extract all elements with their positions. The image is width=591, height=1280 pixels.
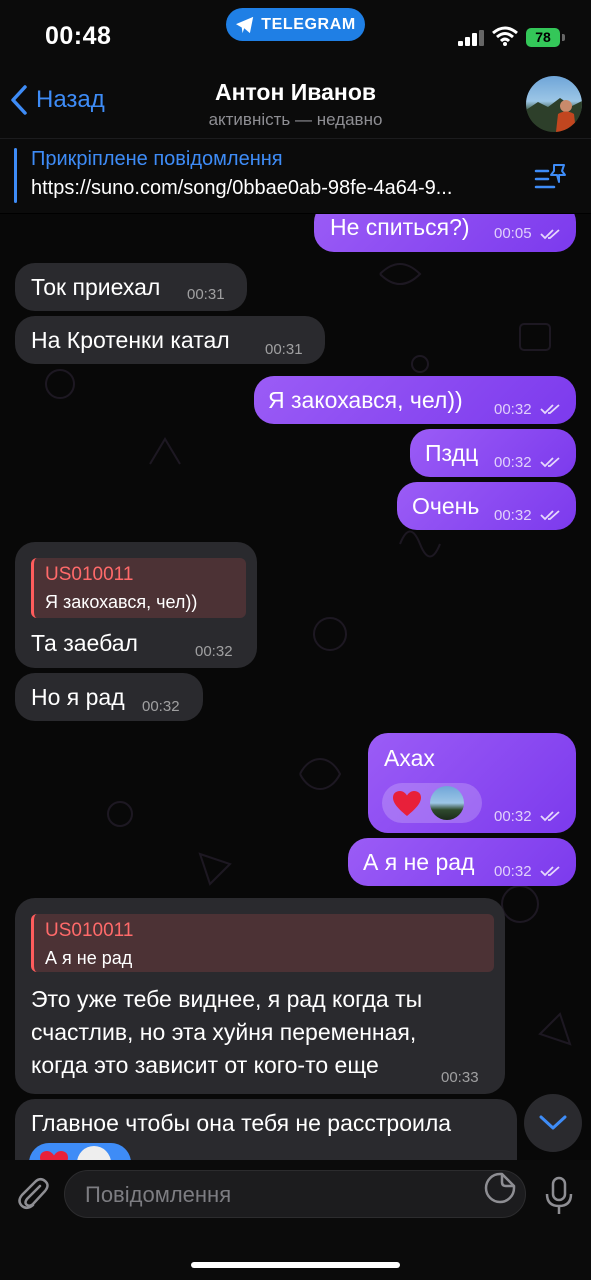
reaction-chip[interactable] [382,783,482,823]
message-input-wrapper [64,1170,526,1219]
signal-icon [458,30,484,46]
message-line: счастлив, но эта хуйня переменная, [31,1019,417,1045]
chat-subtitle: активність — недавно [208,110,383,129]
reaction-avatar [77,1146,111,1160]
message-text: Та заебал [31,630,138,656]
reply-quote[interactable]: US010011 А я не рад [31,914,494,972]
pinned-message-bar[interactable]: Прикріплене повідомлення https://suno.co… [0,139,591,213]
telegram-pill-label: TELEGRAM [261,15,356,33]
telegram-pill[interactable]: TELEGRAM [226,8,365,41]
message-time: 00:32 [494,507,532,524]
read-check-icon [540,811,560,822]
message-text: Я закохався, чел)) [268,387,463,413]
reply-quote[interactable]: US010011 Я закохався, чел)) [31,558,246,618]
message-outgoing[interactable]: Ахах 00:32 [368,733,576,833]
message-text: На Кротенки катал [31,327,230,353]
message-time: 00:32 [494,401,532,418]
status-time: 00:48 [45,22,112,50]
message-outgoing[interactable]: Пздц 00:32 [410,429,576,477]
message-incoming-reply[interactable]: US010011 А я не рад Это уже тебе виднее,… [15,898,505,1094]
message-text: Ток приехал [31,274,161,300]
reply-author: US010011 [45,920,134,941]
chat-title[interactable]: Антон Иванов [0,79,591,106]
message-time: 00:32 [494,454,532,471]
message-incoming[interactable]: Но я рад 00:32 [15,673,203,721]
chat-header: Назад Антон Иванов активність — недавно [0,70,591,139]
telegram-icon [236,16,254,33]
pinned-text: https://suno.com/song/0bbae0ab-98fe-4a64… [31,177,453,199]
message-input[interactable] [83,1171,467,1219]
home-indicator [191,1262,400,1268]
battery-indicator: 78 [526,28,560,47]
reaction-avatar [430,786,464,820]
battery-nub [562,34,565,41]
read-check-icon [540,229,560,240]
message-outgoing[interactable]: Не спиться?) 00:05 [314,214,576,252]
message-text: Не спиться?) [330,214,470,240]
pinned-indicator [14,148,17,203]
paperclip-icon[interactable] [16,1176,50,1212]
message-text: Пздц [425,440,479,466]
message-time: 00:31 [265,341,303,358]
message-time: 00:32 [142,698,180,715]
message-time: 00:32 [494,863,532,880]
pinned-list-icon[interactable] [534,163,568,191]
read-check-icon [540,866,560,877]
reaction-chip[interactable] [29,1143,131,1160]
read-check-icon [540,510,560,521]
message-time: 00:32 [195,643,233,660]
message-time: 00:32 [494,808,532,825]
message-text: Ахах [384,745,435,771]
message-time: 00:31 [187,286,225,303]
sticker-icon[interactable] [484,1172,516,1204]
status-bar: 00:48 TELEGRAM 78 [0,0,591,70]
chevron-down-icon [539,1115,567,1130]
scroll-to-bottom-button[interactable] [524,1094,582,1152]
reply-author: US010011 [45,564,134,585]
reply-text: А я не рад [45,948,133,968]
message-text: Очень [412,493,480,519]
heart-icon [40,1150,68,1160]
heart-icon [393,790,421,816]
message-time: 00:05 [494,225,532,242]
pinned-title: Прикріплене повідомлення [31,148,283,170]
microphone-icon[interactable] [544,1176,574,1216]
message-line: Это уже тебе виднее, я рад когда ты [31,986,423,1012]
message-text: Но я рад [31,684,125,710]
reply-text: Я закохався, чел)) [45,592,198,612]
wifi-icon [492,26,518,46]
message-outgoing[interactable]: Я закохався, чел)) 00:32 [254,376,576,424]
message-incoming[interactable]: Главное чтобы она тебя не расстроила [15,1099,517,1160]
message-outgoing[interactable]: Очень 00:32 [397,482,576,530]
read-check-icon [540,404,560,415]
message-time: 00:33 [441,1069,479,1086]
message-incoming[interactable]: Ток приехал 00:31 [15,263,247,311]
message-text: А я не рад [363,849,475,875]
avatar[interactable] [526,76,582,132]
message-incoming-reply[interactable]: US010011 Я закохався, чел)) Та заебал 00… [15,542,257,668]
message-incoming[interactable]: На Кротенки катал 00:31 [15,316,325,364]
chat-area[interactable]: Не спиться?) 00:05 Ток приехал 00:31 На … [0,214,591,1160]
message-text: Главное чтобы она тебя не расстроила [31,1110,452,1136]
read-check-icon [540,457,560,468]
message-line: когда это зависит от кого-то еще [31,1052,379,1078]
message-outgoing[interactable]: А я не рад 00:32 [348,838,576,886]
avatar-image [526,98,582,132]
